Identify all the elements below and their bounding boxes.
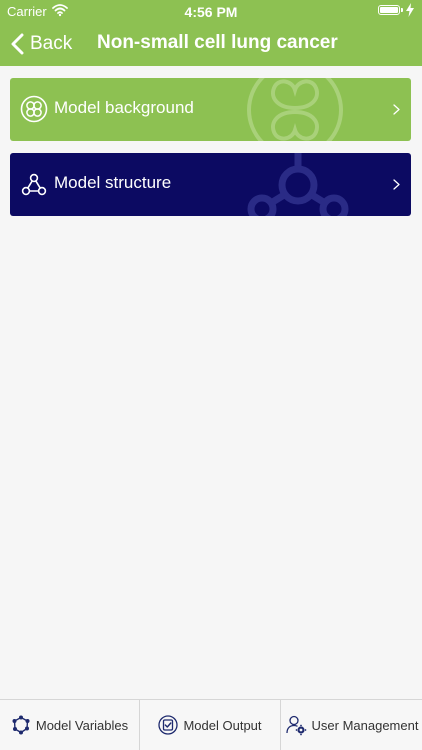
molecule-icon — [12, 715, 30, 735]
bolt-icon — [406, 3, 414, 17]
clover-watermark-icon — [247, 78, 343, 141]
page-title: Non-small cell lung cancer — [97, 32, 338, 53]
battery-icon — [378, 5, 400, 15]
back-label: Back — [30, 33, 73, 54]
chevron-right-icon — [393, 104, 400, 115]
model-background-card[interactable]: Model background — [10, 78, 411, 141]
tab-user-management-label: User Management — [311, 717, 419, 733]
navigation-header: Carrier 4:56 PM Back Non-small cell lung… — [0, 0, 422, 66]
battery-cap — [401, 8, 403, 12]
user-gear-icon — [285, 715, 306, 736]
nav-bar: Back Non-small cell lung cancer — [0, 22, 422, 66]
tab-user-management[interactable]: User Management — [281, 700, 422, 750]
model-structure-label: Model structure — [54, 173, 172, 192]
back-button[interactable]: Back — [10, 30, 72, 58]
model-structure-card[interactable]: Model structure — [10, 153, 411, 216]
tab-bar: Model Variables Model Output User Manage… — [0, 699, 422, 750]
chevron-right-icon — [393, 179, 400, 190]
chevron-left-icon — [11, 33, 24, 55]
clover-icon — [20, 95, 48, 123]
network-watermark-icon — [247, 153, 349, 216]
network-icon — [21, 173, 47, 196]
tab-model-variables[interactable]: Model Variables — [0, 700, 140, 750]
model-background-label: Model background — [54, 98, 194, 117]
status-bar: Carrier 4:56 PM — [0, 0, 422, 22]
status-time: 4:56 PM — [184, 4, 238, 20]
tab-model-variables-label: Model Variables — [35, 717, 129, 733]
tab-model-output-label: Model Output — [183, 717, 262, 733]
check-clipboard-icon — [158, 715, 179, 735]
tab-model-output[interactable]: Model Output — [140, 700, 281, 750]
